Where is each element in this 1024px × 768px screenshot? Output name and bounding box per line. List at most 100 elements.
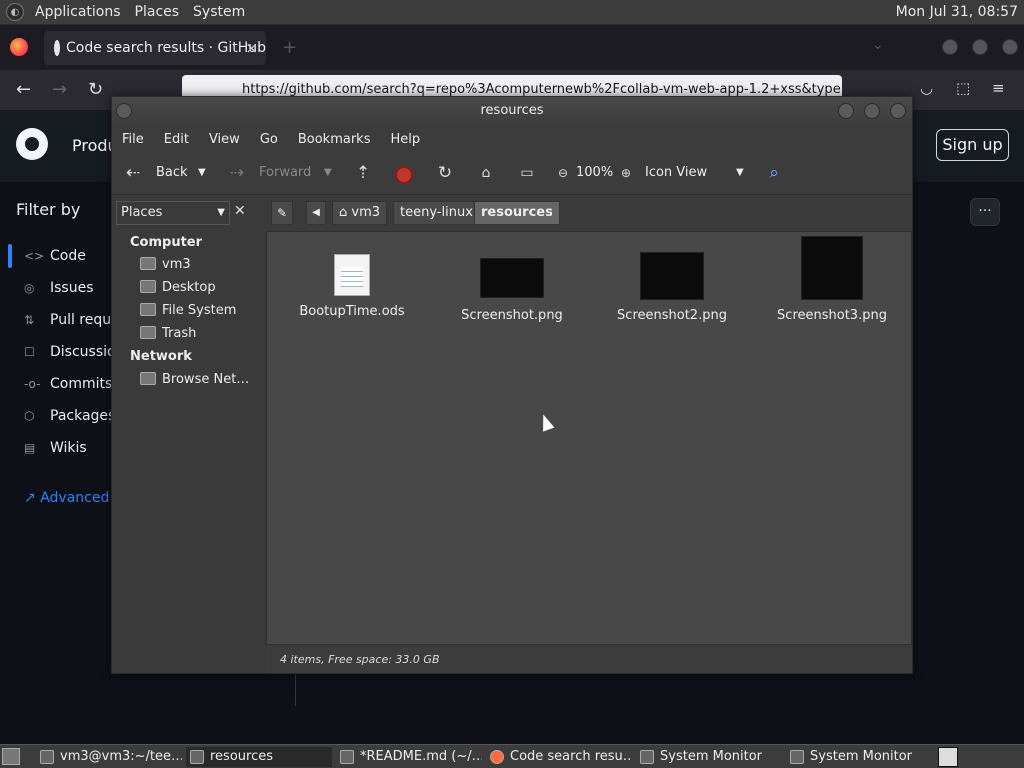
back-history-arrow[interactable]: ▼ xyxy=(198,167,206,178)
menu-view[interactable]: View xyxy=(199,132,250,147)
file-name: Screenshot.png xyxy=(461,308,563,323)
toolbar: ⇠ Back ▼ ⇢ Forward ▼ ⇡ ↻ ⌂ ▭ ⊖ 100% ⊕ Ic… xyxy=(112,153,912,195)
places-menu[interactable]: Places xyxy=(128,4,187,20)
view-mode-arrow[interactable]: ▼ xyxy=(736,167,744,178)
menu-bookmarks[interactable]: Bookmarks xyxy=(288,132,381,147)
task-label: Code search resu… xyxy=(510,749,632,764)
sign-up-button[interactable]: Sign up xyxy=(936,129,1009,161)
filter-label: Wikis xyxy=(50,440,87,456)
wiki-icon: ▤ xyxy=(24,441,36,455)
window-titlebar[interactable]: resources xyxy=(112,97,912,125)
pocket-icon[interactable]: ◡ xyxy=(920,79,933,97)
window-menu-button[interactable] xyxy=(116,103,132,119)
close-sidebar-icon[interactable]: ✕ xyxy=(234,203,246,219)
forward-history-arrow[interactable]: ▼ xyxy=(324,167,332,178)
sidebar-item-desktop[interactable]: Desktop xyxy=(140,280,216,295)
zoom-in-icon[interactable]: ⊕ xyxy=(615,162,637,184)
github-logo-icon[interactable] xyxy=(16,128,48,160)
forward-button[interactable]: Forward xyxy=(259,165,311,180)
terminal-icon xyxy=(40,750,54,764)
forward-arrow-icon[interactable]: → xyxy=(52,79,67,100)
file-item[interactable]: Screenshot3.png xyxy=(757,236,907,323)
workspace-switcher[interactable] xyxy=(938,747,958,767)
back-icon[interactable]: ⇠ xyxy=(122,162,144,184)
forward-icon[interactable]: ⇢ xyxy=(226,162,248,184)
task-readme[interactable]: *README.md (~/… xyxy=(336,747,482,767)
applications-menu[interactable]: Applications xyxy=(28,4,128,20)
distro-logo-icon[interactable]: ◐ xyxy=(6,3,24,21)
extensions-icon[interactable]: ⬚ xyxy=(956,79,970,97)
browser-tab[interactable]: Code search results · GitHub × xyxy=(44,31,266,65)
menu-file[interactable]: File xyxy=(112,132,154,147)
file-view[interactable]: BootupTime.ods Screenshot.png Screenshot… xyxy=(266,231,912,645)
tab-close-icon[interactable]: × xyxy=(245,39,258,57)
browser-minimize-button[interactable] xyxy=(942,39,958,55)
file-item[interactable]: Screenshot2.png xyxy=(597,252,747,323)
search-icon[interactable]: ⌕ xyxy=(763,162,785,184)
crumb-left-arrow[interactable]: ◀ xyxy=(306,201,326,225)
sidebar-item-file-system[interactable]: File System xyxy=(140,303,236,318)
sidebar-item-browse-network[interactable]: Browse Net… xyxy=(140,372,249,387)
crumb-teeny-linux[interactable]: teeny-linux xyxy=(393,201,480,225)
task-terminal[interactable]: vm3@vm3:~/tee… xyxy=(36,747,182,767)
places-select[interactable]: Places ▼ xyxy=(116,201,230,225)
sidebar-item-vm3[interactable]: vm3 xyxy=(140,257,191,272)
reload-icon[interactable]: ↻ xyxy=(434,162,456,184)
menu-bar: File Edit View Go Bookmarks Help xyxy=(112,125,912,153)
show-desktop-icon[interactable] xyxy=(2,748,20,765)
maximize-button[interactable] xyxy=(864,103,880,119)
new-tab-button[interactable]: + xyxy=(282,37,297,58)
file-item[interactable]: BootupTime.ods xyxy=(277,254,427,319)
back-arrow-icon[interactable]: ← xyxy=(16,79,31,100)
clock[interactable]: Mon Jul 31, 08:57 xyxy=(896,4,1018,20)
system-menu[interactable]: System xyxy=(186,4,252,20)
filter-packages[interactable]: ⬡ Packages xyxy=(24,408,115,424)
browser-close-button[interactable] xyxy=(1002,39,1018,55)
image-thumbnail-icon xyxy=(480,258,544,298)
filter-issues[interactable]: ◎ Issues xyxy=(24,280,94,296)
file-name: Screenshot3.png xyxy=(777,308,887,323)
task-system-monitor[interactable]: System Monitor xyxy=(636,747,782,767)
edit-location-icon[interactable]: ✎ xyxy=(271,201,293,225)
status-bar: 4 items, Free space: 33.0 GB xyxy=(266,647,912,673)
filter-code[interactable]: <> Code xyxy=(24,248,86,264)
stop-icon[interactable] xyxy=(395,166,413,184)
crumb-vm3[interactable]: ⌂ vm3 xyxy=(332,201,388,225)
filter-pull-requests[interactable]: ⇅ Pull reque xyxy=(24,312,120,328)
zoom-out-icon[interactable]: ⊖ xyxy=(552,162,574,184)
close-button[interactable] xyxy=(890,103,906,119)
pull-request-icon: ⇅ xyxy=(24,313,35,327)
location-bar: Places ▼ ✕ ✎ ◀ ⌂ vm3 teeny-linux resourc… xyxy=(112,195,912,231)
advanced-search-link[interactable]: ↗ Advanced xyxy=(24,490,109,506)
filter-discussions[interactable]: ☐ Discussio xyxy=(24,344,116,360)
sidebar-label: Trash xyxy=(162,326,197,341)
menu-edit[interactable]: Edit xyxy=(154,132,199,147)
system-monitor-icon xyxy=(640,750,654,764)
task-resources[interactable]: resources xyxy=(186,747,332,767)
tab-title: Code search results · GitHub xyxy=(65,40,266,56)
reload-icon[interactable]: ↻ xyxy=(88,79,103,100)
view-mode-select[interactable]: Icon View xyxy=(645,165,707,180)
home-icon[interactable]: ⌂ xyxy=(475,162,497,184)
file-item[interactable]: Screenshot.png xyxy=(437,258,587,323)
task-firefox[interactable]: Code search resu… xyxy=(486,747,632,767)
minimize-button[interactable] xyxy=(838,103,854,119)
filter-wikis[interactable]: ▤ Wikis xyxy=(24,440,87,456)
menu-go[interactable]: Go xyxy=(250,132,288,147)
computer-icon[interactable]: ▭ xyxy=(516,162,538,184)
more-options-button[interactable]: ··· xyxy=(970,198,1000,226)
sidebar-item-trash[interactable]: Trash xyxy=(140,326,196,341)
menu-help[interactable]: Help xyxy=(380,132,430,147)
up-icon[interactable]: ⇡ xyxy=(352,162,374,184)
browser-maximize-button[interactable] xyxy=(972,39,988,55)
crumb-resources[interactable]: resources xyxy=(474,201,560,225)
list-tabs-button[interactable]: ⌄ xyxy=(872,37,884,53)
task-system-monitor[interactable]: System Monitor xyxy=(786,747,932,767)
filter-commits[interactable]: -o- Commits xyxy=(24,376,112,392)
file-name: Screenshot2.png xyxy=(617,308,727,323)
places-label: Places xyxy=(121,205,163,220)
file-manager-window: resources File Edit View Go Bookmarks He… xyxy=(111,96,913,674)
crumb-right-arrow[interactable]: ▶ xyxy=(552,206,560,217)
menu-icon[interactable]: ≡ xyxy=(992,79,1005,97)
back-button[interactable]: Back xyxy=(156,165,188,180)
